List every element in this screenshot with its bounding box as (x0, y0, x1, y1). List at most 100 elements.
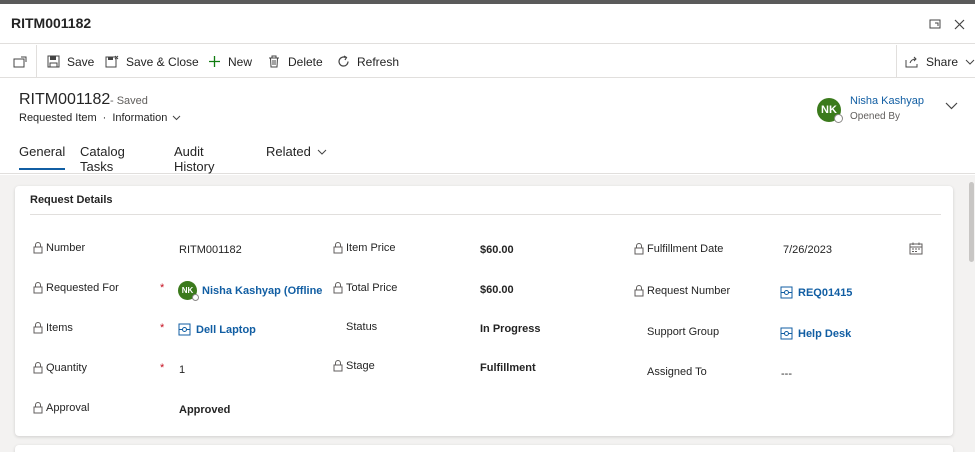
requested-for-label: Requested For (33, 282, 119, 294)
chevron-down-icon (945, 102, 958, 110)
delete-button[interactable]: Delete (266, 45, 323, 78)
trash-icon (266, 54, 282, 70)
dialog-title: RITM001182 (11, 15, 92, 31)
section-divider (30, 214, 941, 215)
request-number-value[interactable]: REQ01415 (780, 286, 852, 299)
field-label-text: Total Price (346, 282, 398, 294)
record-subtitle: Requested Item · Information (19, 112, 181, 124)
refresh-button[interactable]: Refresh (335, 45, 399, 78)
open-in-new-window-icon (12, 54, 28, 70)
assigned-to-value[interactable]: --- (781, 368, 792, 380)
total-price-value: $60.00 (480, 284, 514, 296)
chevron-down-icon (173, 115, 181, 121)
close-icon[interactable] (951, 16, 967, 32)
field-label-text: Stage (346, 360, 375, 372)
required-indicator: * (160, 322, 165, 334)
owner-link[interactable]: Nisha Kashyap (850, 95, 924, 107)
fulfillment-date-label: Fulfillment Date (634, 243, 723, 255)
save-close-icon (104, 54, 120, 70)
field-label-text: Number (46, 242, 86, 254)
request-number-link[interactable]: REQ01415 (798, 287, 852, 299)
lock-icon (634, 243, 644, 255)
save-icon (45, 54, 61, 70)
field-label-text: Requested For (46, 282, 119, 294)
command-bar: Save Save & Close New Delete Refresh Sha… (0, 45, 975, 78)
number-label: Number (33, 242, 85, 254)
calendar-button[interactable] (909, 242, 923, 258)
owner-role: Opened By (850, 111, 901, 122)
section-title: Request Details (30, 194, 113, 206)
requested-for-value[interactable]: NK Nisha Kashyap (Offline (178, 281, 322, 301)
assigned-to-label: Assigned To (647, 366, 707, 378)
request-details-section: Request Details Number RITM001182 Reques… (15, 186, 953, 436)
record-link-icon (780, 286, 793, 299)
field-label-text: Items (46, 322, 73, 334)
share-icon (904, 54, 920, 70)
field-label-text: Request Number (647, 285, 731, 297)
lock-icon (33, 282, 43, 294)
save-close-button[interactable]: Save & Close (104, 45, 199, 78)
chevron-down-icon (964, 54, 975, 70)
status-label: Status (346, 321, 378, 333)
total-price-label: Total Price (333, 282, 397, 294)
tab-related[interactable]: Related (266, 144, 327, 159)
lock-icon (634, 285, 644, 297)
fulfillment-date-value: 7/26/2023 (783, 244, 832, 256)
tab-label: Audit History (174, 144, 215, 174)
chevron-down-icon (317, 149, 327, 155)
support-group-value[interactable]: Help Desk (780, 327, 851, 340)
toolbar-divider (896, 45, 897, 78)
calendar-icon (909, 242, 923, 255)
support-group-link[interactable]: Help Desk (798, 328, 851, 340)
request-number-label: Request Number (634, 285, 730, 297)
record-title: RITM001182 (19, 91, 111, 108)
tab-general[interactable]: General (19, 144, 66, 170)
refresh-icon (335, 54, 351, 70)
items-value[interactable]: Dell Laptop (178, 323, 256, 336)
dialog-title-bar: RITM001182 (0, 4, 975, 44)
stage-label: Stage (333, 360, 375, 372)
quantity-value: 1 (179, 364, 186, 376)
presence-icon (192, 294, 199, 301)
item-price-value: $60.00 (480, 244, 514, 256)
header-expand-button[interactable] (945, 99, 958, 113)
share-button[interactable]: Share (904, 45, 975, 78)
tab-label: Catalog Tasks (80, 144, 125, 174)
required-indicator: * (160, 282, 165, 294)
quantity-label: Quantity (33, 362, 87, 374)
lock-icon (33, 362, 43, 374)
plus-icon (206, 54, 222, 70)
tab-label: General (19, 144, 66, 159)
number-value: RITM001182 (179, 244, 242, 256)
item-price-label: Item Price (333, 242, 396, 254)
save-button[interactable]: Save (45, 45, 94, 78)
requested-for-link[interactable]: Nisha Kashyap (Offline (202, 285, 322, 297)
open-in-new-window-button[interactable] (12, 45, 28, 78)
new-button[interactable]: New (206, 45, 252, 78)
field-label-text: Fulfillment Date (647, 243, 724, 255)
new-label: New (228, 54, 253, 69)
save-status: - Saved (110, 95, 148, 107)
refresh-label: Refresh (357, 54, 400, 69)
tab-catalog-tasks[interactable]: Catalog Tasks (80, 144, 125, 174)
lock-icon (333, 242, 343, 254)
expand-window-icon[interactable] (927, 16, 943, 32)
save-label: Save (67, 54, 95, 69)
support-group-label: Support Group (647, 326, 720, 338)
save-close-label: Save & Close (126, 54, 199, 69)
field-label-text: Quantity (46, 362, 87, 374)
form-selector[interactable]: Information (112, 112, 181, 124)
items-label: Items (33, 322, 73, 334)
form-name: Information (112, 112, 168, 124)
lock-icon (333, 360, 343, 372)
toolbar-divider (36, 45, 37, 78)
items-link[interactable]: Dell Laptop (196, 324, 256, 336)
avatar-initials: NK (181, 286, 194, 295)
vertical-scrollbar[interactable] (969, 182, 974, 262)
tab-audit-history[interactable]: Audit History (174, 144, 214, 174)
status-value: In Progress (480, 323, 541, 335)
avatar: NK (817, 98, 843, 123)
field-label-text: Approval (46, 402, 90, 414)
record-header: RITM001182 - Saved Requested Item · Info… (0, 78, 975, 174)
lock-icon (33, 322, 43, 334)
